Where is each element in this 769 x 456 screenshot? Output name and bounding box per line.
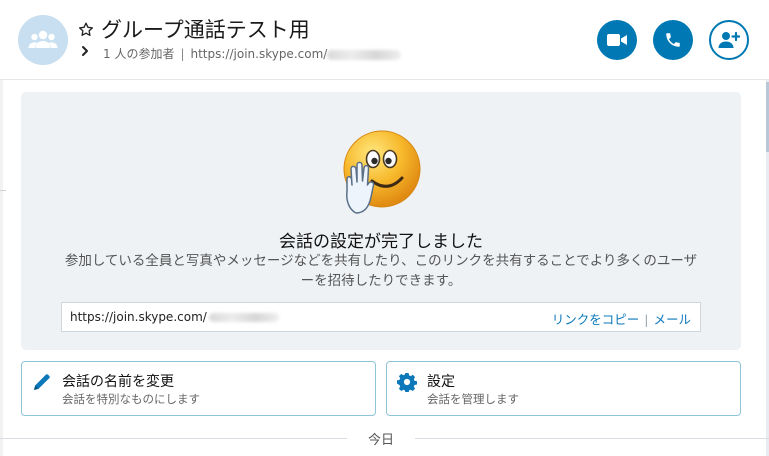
settings-card-subtitle: 会話を管理します bbox=[427, 392, 519, 406]
date-divider-line bbox=[415, 438, 769, 439]
favorite-star-icon[interactable] bbox=[78, 22, 94, 38]
copy-link-button[interactable]: リンクをコピー bbox=[552, 312, 640, 327]
conversation-header: グループ通話テスト用 1 人の参加者 | https://join.skype.co… bbox=[0, 0, 769, 80]
rename-card-title: 会話の名前を変更 bbox=[62, 374, 174, 390]
group-avatar[interactable] bbox=[18, 15, 68, 65]
chevron-right-icon[interactable] bbox=[80, 45, 90, 57]
panel-heading: 会話の設定が完了しました bbox=[279, 232, 483, 252]
pencil-icon bbox=[34, 374, 50, 390]
audio-call-button[interactable] bbox=[653, 20, 693, 60]
rename-conversation-card[interactable]: 会話の名前を変更 会話を特別なものにします bbox=[21, 361, 376, 416]
conversation-subtitle: 1 人の参加者 | https://join.skype.com/ bbox=[103, 45, 402, 62]
share-link-box[interactable]: https://join.skype.com/ リンクをコピー | メール bbox=[61, 302, 701, 332]
email-link-button[interactable]: メール bbox=[653, 312, 691, 327]
video-call-button[interactable] bbox=[597, 20, 637, 60]
conversation-title[interactable]: グループ通話テスト用 bbox=[101, 14, 310, 44]
subtitle-separator: | bbox=[180, 47, 185, 61]
conversation-settings-card[interactable]: 設定 会話を管理します bbox=[386, 361, 741, 416]
participant-count[interactable]: 1 人の参加者 bbox=[103, 47, 174, 61]
group-icon bbox=[28, 30, 58, 48]
link-action-separator: | bbox=[644, 312, 649, 327]
add-participant-button[interactable] bbox=[709, 20, 749, 60]
rename-card-subtitle: 会話を特別なものにします bbox=[62, 392, 200, 406]
panel-description: 参加している全員と写真やメッセージなどを共有したり、このリンクを共有することでよ… bbox=[64, 253, 698, 289]
left-pane-divider bbox=[0, 190, 6, 191]
phone-icon bbox=[666, 33, 680, 47]
left-pane-edge bbox=[0, 80, 3, 456]
share-link-field[interactable]: https://join.skype.com/ bbox=[70, 310, 279, 324]
settings-card-title: 設定 bbox=[427, 374, 455, 390]
redacted-link-id bbox=[327, 49, 402, 60]
share-link-url: https://join.skype.com/ bbox=[70, 310, 207, 324]
add-person-icon bbox=[718, 31, 740, 48]
date-divider-label: 今日 bbox=[367, 433, 394, 448]
gear-icon bbox=[397, 373, 417, 392]
date-divider-line bbox=[0, 438, 347, 439]
conversation-link[interactable]: https://join.skype.com/ bbox=[191, 47, 328, 61]
video-camera-icon bbox=[607, 34, 627, 46]
redacted-link-id bbox=[208, 313, 279, 322]
waving-smiley-emoticon bbox=[343, 130, 421, 214]
share-link-actions: リンクをコピー | メール bbox=[552, 309, 691, 328]
